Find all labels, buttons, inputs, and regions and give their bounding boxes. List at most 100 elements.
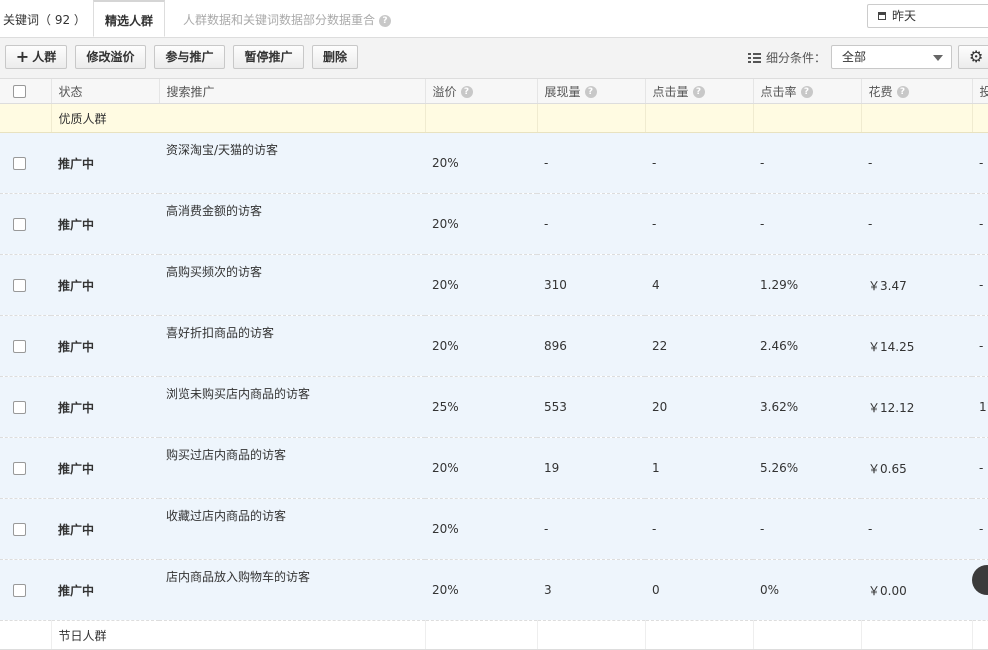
group-label: 节日人群 [51, 620, 426, 650]
help-icon[interactable]: ? [584, 86, 597, 98]
row-ctr: 0% [753, 559, 861, 621]
join-promotion-button[interactable]: 参与推广 [154, 45, 225, 69]
table-row[interactable]: 推广中 资深淘宝/天猫的访客 20% - - - - - [0, 132, 988, 194]
table-row[interactable]: 推广中 喜好折扣商品的访客 20% 896 22 2.46% ￥14.25- [0, 315, 988, 377]
row-premium: 20% [425, 315, 537, 377]
row-clicks: - [645, 193, 753, 255]
header-search[interactable]: 搜索推广 [159, 79, 426, 104]
row-ctr: 3.62% [753, 376, 861, 438]
row-cost: - [861, 193, 972, 255]
row-extra: - [972, 193, 988, 255]
row-clicks: 1 [645, 437, 753, 499]
delete-button[interactable]: 删除 [312, 45, 358, 69]
row-cost: ￥14.25 [861, 315, 972, 377]
row-crowd-name[interactable]: 资深淘宝/天猫的访客 [159, 132, 425, 194]
row-crowd-name[interactable]: 高购买频次的访客 [159, 254, 425, 316]
row-impressions: 553 [537, 376, 645, 438]
table-row[interactable]: 推广中 购买过店内商品的访客 20% 19 1 5.26% ￥0.65- [0, 437, 988, 499]
header-impressions[interactable]: 展现量? [537, 79, 646, 104]
table-header: 状态 搜索推广 溢价? 展现量? 点击量? 点击率? 花费? 投 [0, 79, 988, 104]
row-crowd-name[interactable]: 收藏过店内商品的访客 [159, 498, 425, 560]
row-checkbox[interactable] [13, 279, 26, 292]
help-icon[interactable]: ? [460, 86, 473, 98]
row-premium: 20% [425, 132, 537, 194]
date-value: 昨天 [892, 9, 917, 23]
help-icon[interactable]: ? [379, 14, 392, 27]
help-icon[interactable]: ? [896, 86, 909, 98]
row-checkbox[interactable] [13, 523, 26, 536]
group-row-holiday: 节日人群 [0, 620, 988, 650]
list-icon [748, 53, 761, 63]
row-crowd-name[interactable]: 喜好折扣商品的访客 [159, 315, 425, 377]
table-row[interactable]: 推广中 高购买频次的访客 20% 310 4 1.29% ￥3.47- [0, 254, 988, 316]
row-premium: 20% [425, 193, 537, 255]
row-impressions: 3 [537, 559, 645, 621]
row-crowd-name[interactable]: 购买过店内商品的访客 [159, 437, 425, 499]
row-cost: - [861, 132, 972, 194]
modify-premium-button[interactable]: 修改溢价 [75, 45, 146, 69]
row-impressions: 896 [537, 315, 645, 377]
table-row[interactable]: 推广中店内商品放入购物车的访客20%300%￥0.00- [0, 559, 988, 621]
help-icon[interactable]: ? [800, 86, 813, 98]
row-checkbox[interactable] [13, 218, 26, 231]
row-premium: 25% [425, 376, 537, 438]
date-picker[interactable]: 昨天 [867, 4, 988, 28]
row-clicks: 20 [645, 376, 753, 438]
tab-keywords-label: 关键词 [3, 13, 40, 27]
add-crowd-label: 人群 [32, 50, 57, 64]
filter-select[interactable]: 全部 [831, 45, 952, 69]
row-checkbox[interactable] [13, 401, 26, 414]
select-all-checkbox[interactable] [13, 85, 26, 98]
table-row[interactable]: 推广中 收藏过店内商品的访客 20% - - - - - [0, 498, 988, 560]
row-crowd-name[interactable]: 高消费金额的访客 [159, 193, 425, 255]
row-premium: 20% [425, 498, 537, 560]
add-crowd-button[interactable]: + 人群 [5, 45, 67, 69]
header-extra[interactable]: 投 [972, 79, 988, 104]
toolbar: + 人群 修改溢价 参与推广 暂停推广 删除 细分条件： 全部 ⚙ [0, 38, 988, 79]
header-ctr[interactable]: 点击率? [753, 79, 862, 104]
row-checkbox[interactable] [13, 462, 26, 475]
header-cost[interactable]: 花费? [861, 79, 973, 104]
header-clicks-label: 点击量 [652, 84, 689, 99]
header-premium[interactable]: 溢价? [425, 79, 538, 104]
row-crowd-name[interactable]: 浏览未购买店内商品的访客 [159, 376, 425, 438]
header-cost-label: 花费 [868, 84, 893, 99]
group-label: 优质人群 [51, 103, 426, 133]
row-extra: - [972, 498, 988, 560]
table-row[interactable]: 推广中浏览未购买店内商品的访客25%553203.62%￥12.1211 [0, 376, 988, 438]
row-extra: 11 [972, 376, 988, 438]
pause-promotion-button[interactable]: 暂停推广 [233, 45, 304, 69]
help-icon[interactable]: ? [692, 86, 705, 98]
row-cost: ￥3.47 [861, 254, 972, 316]
row-crowd-name[interactable]: 店内商品放入购物车的访客 [159, 559, 425, 621]
row-checkbox[interactable] [13, 340, 26, 353]
row-checkbox[interactable] [13, 157, 26, 170]
group-row-premium: 优质人群 [0, 103, 988, 133]
row-status: 推广中 [51, 559, 159, 621]
tab-bar: 关键词（ 92 ） 精选人群 人群数据和关键词数据部分数据重合? 昨天 [0, 0, 988, 38]
tab-selected-crowd[interactable]: 精选人群 [93, 0, 165, 37]
row-checkbox[interactable] [13, 584, 26, 597]
row-ctr: - [753, 193, 861, 255]
settings-button[interactable]: ⚙ [958, 45, 988, 69]
row-status: 推广中 [51, 132, 159, 194]
tab-keywords[interactable]: 关键词（ 92 ） [3, 0, 86, 37]
row-extra: - [972, 315, 988, 377]
header-impressions-label: 展现量 [544, 84, 581, 99]
gear-icon: ⚙ [969, 47, 984, 66]
header-checkbox-cell [0, 79, 52, 104]
chevron-down-icon [933, 55, 943, 61]
row-extra: - [972, 254, 988, 316]
header-clicks[interactable]: 点击量? [645, 79, 754, 104]
row-impressions: - [537, 193, 645, 255]
row-premium: 20% [425, 437, 537, 499]
filter-select-value: 全部 [842, 50, 867, 64]
header-ctr-label: 点击率 [760, 84, 797, 99]
header-status[interactable]: 状态 [51, 79, 160, 104]
row-impressions: 19 [537, 437, 645, 499]
row-extra: - [972, 437, 988, 499]
row-clicks: 22 [645, 315, 753, 377]
row-clicks: - [645, 132, 753, 194]
row-status: 推广中 [51, 498, 159, 560]
table-row[interactable]: 推广中 高消费金额的访客 20% - - - - - [0, 193, 988, 255]
